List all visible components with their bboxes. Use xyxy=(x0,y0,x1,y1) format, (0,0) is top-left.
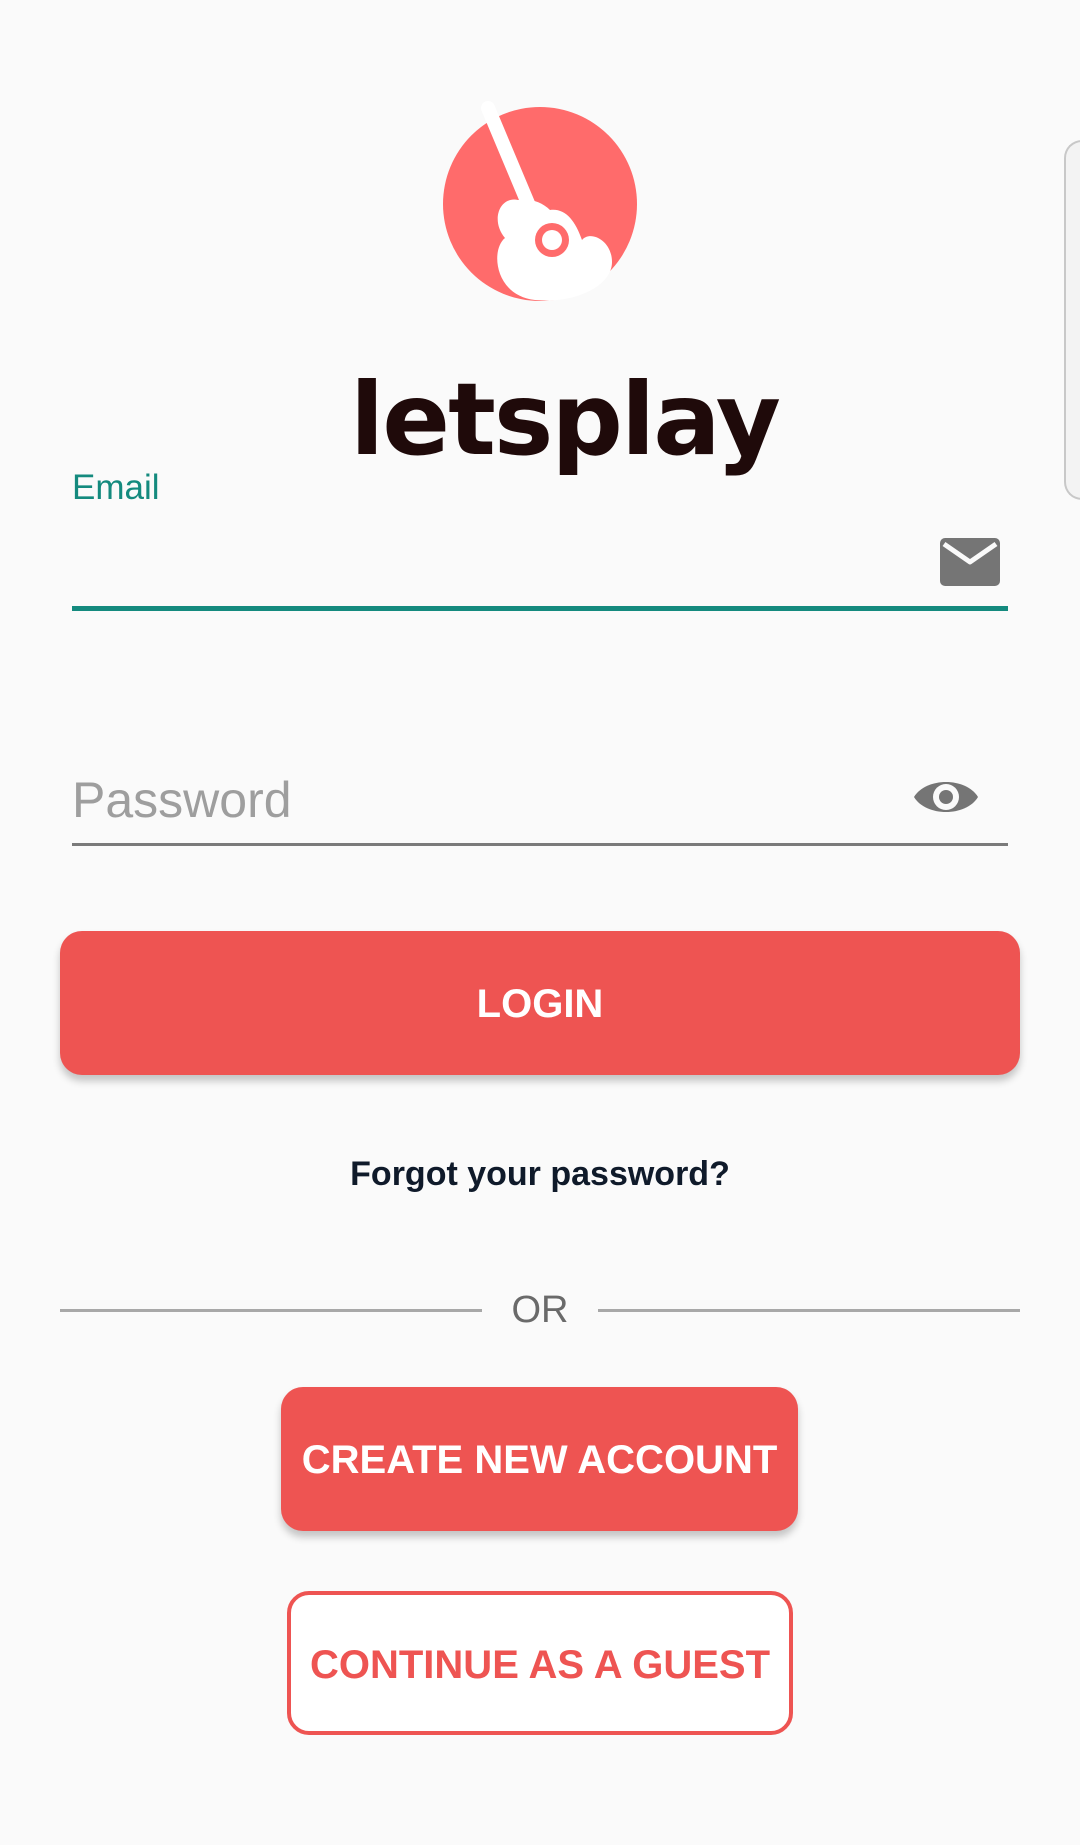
password-input[interactable] xyxy=(72,765,932,835)
divider-left xyxy=(60,1309,482,1312)
edge-panel-handle[interactable] xyxy=(1064,140,1080,500)
password-field-group xyxy=(72,755,1008,855)
email-underline xyxy=(72,606,1008,611)
guest-button[interactable]: CONTINUE AS A GUEST xyxy=(287,1591,793,1735)
password-underline xyxy=(72,843,1008,846)
logo-wordmark: letsplay xyxy=(350,361,781,478)
divider-or-text: OR xyxy=(511,1289,569,1331)
email-input[interactable] xyxy=(72,538,932,598)
guitar-logo-icon xyxy=(443,101,637,301)
app-logo: letsplay xyxy=(350,100,781,470)
eye-icon[interactable] xyxy=(912,773,980,821)
mail-icon xyxy=(940,538,1000,586)
login-button[interactable]: LOGIN xyxy=(60,931,1020,1075)
login-screen: letsplay Email LOGIN Forgot your passwor… xyxy=(0,0,1080,1845)
create-account-button[interactable]: CREATE NEW ACCOUNT xyxy=(281,1387,798,1531)
forgot-password-link[interactable]: Forgot your password? xyxy=(0,1155,1080,1194)
email-field-group: Email xyxy=(72,458,1008,618)
divider-right xyxy=(598,1309,1020,1312)
email-label: Email xyxy=(72,468,160,507)
